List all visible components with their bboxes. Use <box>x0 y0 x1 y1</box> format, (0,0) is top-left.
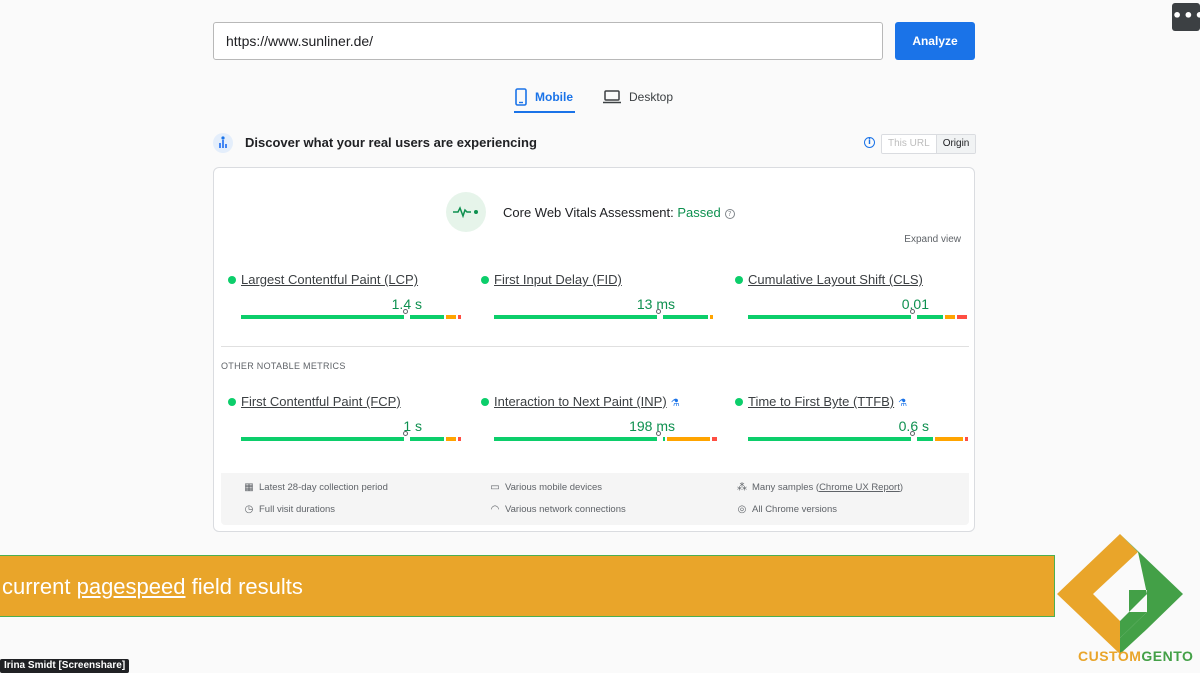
distribution-bar <box>241 437 461 441</box>
distribution-marker <box>910 431 915 436</box>
distribution-bar <box>748 315 967 319</box>
footer-item-text: Various network connections <box>505 504 626 515</box>
data-info-footer: ▦ Latest 28-day collection period ▭ Variou… <box>221 473 969 525</box>
url-input[interactable]: https://www.sunliner.de/ <box>213 22 883 60</box>
customgento-logo-icon <box>1057 534 1183 654</box>
mobile-icon <box>515 88 527 106</box>
metric-label-text: Interaction to Next Paint (INP) <box>494 394 667 409</box>
status-dot <box>481 276 489 284</box>
metric-label[interactable]: Cumulative Layout Shift (CLS) <box>748 272 923 287</box>
status-dot <box>735 398 743 406</box>
chrome-icon: ◎ <box>737 504 747 515</box>
distribution-marker <box>910 309 915 314</box>
footer-item: ⁂ Many samples (Chrome UX Report) <box>737 482 903 493</box>
origin-option[interactable]: Origin <box>935 135 976 153</box>
discover-title: Discover what your real users are experi… <box>245 135 537 150</box>
cwv-assessment: Core Web Vitals Assessment: Passed? <box>503 205 735 220</box>
flask-icon: ⚗ <box>898 398 908 409</box>
footer-item-text: All Chrome versions <box>752 504 837 515</box>
other-metrics-title: OTHER NOTABLE METRICS <box>221 361 346 371</box>
footer-item-text: Many samples ( <box>752 482 820 493</box>
footer-item: ◷ Full visit durations <box>244 504 335 515</box>
status-dot <box>735 276 743 284</box>
distribution-marker <box>403 309 408 314</box>
metric-label[interactable]: Interaction to Next Paint (INP) ⚗ <box>494 394 680 409</box>
distribution-marker <box>656 431 661 436</box>
analyze-button[interactable]: Analyze <box>895 22 975 60</box>
footer-item: ▦ Latest 28-day collection period <box>244 482 388 493</box>
samples-icon: ⁂ <box>737 482 747 493</box>
distribution-marker <box>403 431 408 436</box>
footer-item: ◠ Various network connections <box>490 504 626 515</box>
url-origin-toggle[interactable]: This URL Origin <box>881 134 977 154</box>
tab-mobile-label: Mobile <box>535 90 573 104</box>
caption-banner: current pagespeed field results <box>0 555 1055 617</box>
flask-icon: ⚗ <box>670 398 680 409</box>
footer-item-text: Latest 28-day collection period <box>259 482 388 493</box>
metric-fcp: First Contentful Paint (FCP) 1 s <box>228 394 461 454</box>
cwv-status: Passed <box>677 205 721 220</box>
status-dot <box>481 398 489 406</box>
timer-icon: ◷ <box>244 504 254 515</box>
help-icon[interactable]: ? <box>724 209 735 219</box>
metric-cls: Cumulative Layout Shift (CLS) 0.01 <box>735 272 967 332</box>
metric-lcp: Largest Contentful Paint (LCP) 1.4 s <box>228 272 461 332</box>
tab-desktop-label: Desktop <box>629 90 674 104</box>
section-divider <box>221 346 969 347</box>
footer-item: ▭ Various mobile devices <box>490 482 602 493</box>
distribution-marker <box>656 309 661 314</box>
tab-mobile[interactable]: Mobile <box>515 82 573 112</box>
metric-label[interactable]: First Contentful Paint (FCP) <box>241 394 401 409</box>
field-data-card: Core Web Vitals Assessment: Passed? Expa… <box>213 167 975 532</box>
tab-active-indicator <box>514 111 575 113</box>
metric-label[interactable]: Time to First Byte (TTFB) ⚗ <box>748 394 907 409</box>
info-icon[interactable]: i <box>864 137 875 148</box>
metric-label-text: Time to First Byte (TTFB) <box>748 394 895 409</box>
footer-item-text: Various mobile devices <box>505 482 602 493</box>
metric-fid: First Input Delay (FID) 13 ms <box>481 272 713 332</box>
calendar-icon: ▦ <box>244 482 254 493</box>
metric-value: 198 ms <box>629 418 675 434</box>
expand-view-link[interactable]: Expand view <box>904 234 961 245</box>
presenter-label: Irina Smidt [Screenshare] <box>0 659 130 673</box>
distribution-bar <box>241 315 461 319</box>
caption-text: current pagespeed field results <box>2 574 303 599</box>
wifi-icon: ◠ <box>490 504 500 515</box>
customgento-logo-text: CUSTOMGENTO <box>1078 648 1194 664</box>
distribution-bar <box>748 437 968 441</box>
metric-label[interactable]: Largest Contentful Paint (LCP) <box>241 272 418 287</box>
status-dot <box>228 398 236 406</box>
more-options-button[interactable]: ••• <box>1172 3 1200 31</box>
pulse-icon <box>446 192 486 232</box>
footer-item: ◎ All Chrome versions <box>737 504 837 515</box>
distribution-bar <box>494 437 717 441</box>
distribution-bar <box>494 315 713 319</box>
desktop-icon <box>603 90 621 104</box>
metric-value: 0.01 <box>901 296 929 312</box>
metric-label[interactable]: First Input Delay (FID) <box>494 272 622 287</box>
status-dot <box>228 276 236 284</box>
this-url-option[interactable]: This URL <box>882 135 936 153</box>
tab-desktop[interactable]: Desktop <box>603 82 673 112</box>
footer-item-text: ) <box>899 482 904 493</box>
devices-icon: ▭ <box>490 482 500 493</box>
chrome-ux-report-link[interactable]: Chrome UX Report <box>819 482 900 493</box>
metric-ttfb: Time to First Byte (TTFB) ⚗ 0.6 s <box>735 394 968 454</box>
cwv-assessment-label: Core Web Vitals Assessment: <box>503 205 678 220</box>
users-chart-icon <box>213 133 233 153</box>
footer-item-text: Full visit durations <box>259 504 336 515</box>
caption-link-word: pagespeed <box>76 574 186 599</box>
metric-inp: Interaction to Next Paint (INP) ⚗ 198 ms <box>481 394 717 454</box>
